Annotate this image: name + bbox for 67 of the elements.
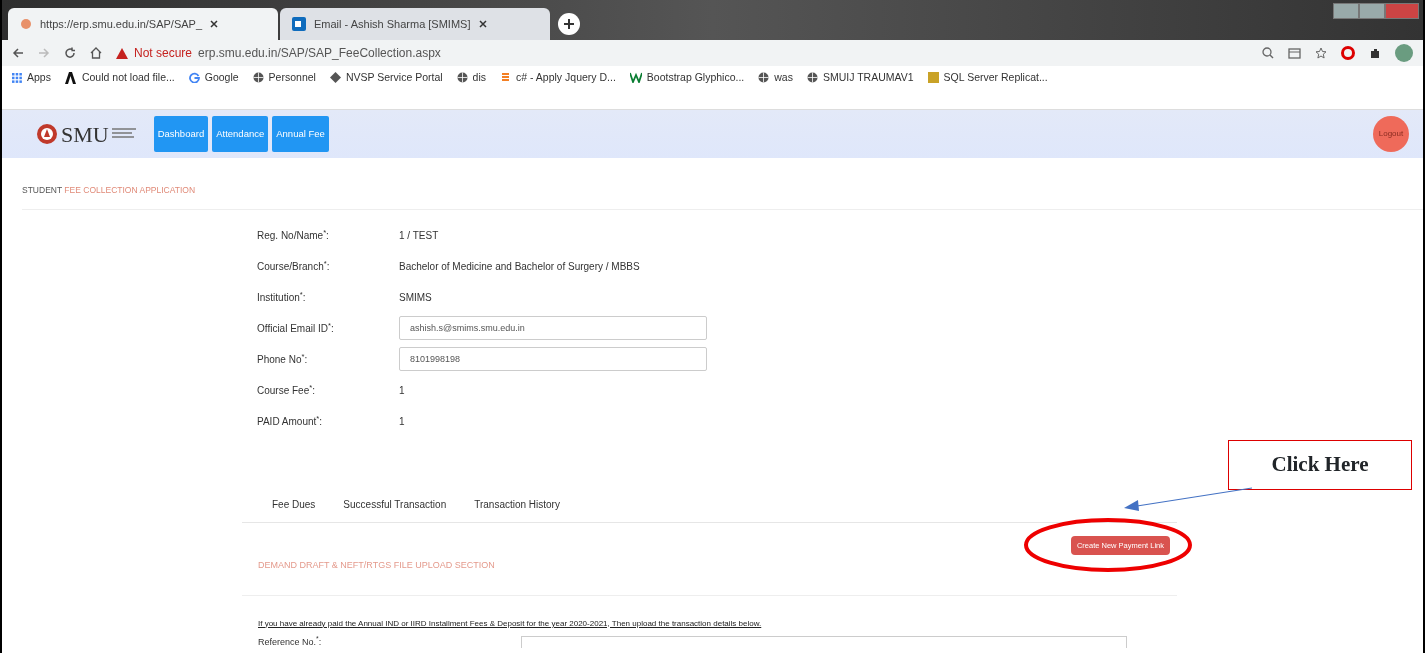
letter-icon	[188, 72, 200, 84]
url-text[interactable]: erp.smu.edu.in/SAP/SAP_FeeCollection.aspx	[198, 44, 441, 62]
emblem-icon	[36, 123, 58, 145]
globe-icon	[252, 72, 264, 84]
field-value: 1	[399, 414, 405, 429]
globe-icon	[806, 72, 818, 84]
emblem-lines-icon	[111, 127, 136, 141]
field-label: Official Email ID$^{*}$:	[257, 320, 335, 336]
tab[interactable]: Fee Dues	[272, 496, 316, 512]
bookmark-label[interactable]: SMUIJ TRAUMAV1	[822, 70, 914, 86]
stack-icon	[500, 72, 511, 84]
close-icon[interactable]	[210, 20, 219, 28]
logo-text: SMU	[61, 120, 109, 149]
new-tab-button[interactable]	[558, 13, 580, 35]
zoom-icon[interactable]	[1262, 47, 1274, 59]
security-label[interactable]: Not secure	[134, 44, 193, 62]
field-label: Reference No.$^{*}$:	[258, 635, 322, 649]
input-field[interactable]: 8101998198	[399, 347, 707, 372]
ring-icon[interactable]	[1341, 46, 1355, 60]
tab[interactable]: Transaction History	[474, 496, 560, 512]
field-label: Course Fee$^{*}$:	[257, 382, 316, 398]
field-value: SMIMS	[399, 290, 432, 305]
callout-label: Click Here	[1228, 440, 1412, 490]
close-icon[interactable]	[478, 20, 487, 28]
bookmark-label[interactable]: Bootstrap Glyphico...	[646, 70, 745, 86]
instruction-text: If you have already paid the Annual IND or IIRD Installment Fees & Deposit for the year 2020-2021, Then upload the transaction details below.	[258, 617, 763, 630]
avatar-icon[interactable]	[1395, 44, 1413, 62]
home-icon[interactable]	[90, 47, 102, 59]
bookmark-label[interactable]: NVSP Service Portal	[345, 70, 443, 86]
field-value: 1	[399, 383, 405, 398]
page-title: STUDENT FEE COLLECTION APPLICATION	[22, 184, 197, 197]
back-icon[interactable]	[12, 47, 24, 59]
field-label: Phone No$^{*}$:	[257, 351, 309, 367]
grid-icon	[12, 72, 22, 83]
input-field[interactable]	[521, 636, 1128, 649]
bookmark-label[interactable]: was	[774, 70, 793, 86]
field-value: Bachelor of Medicine and Bachelor of Surgery / MBBS	[399, 259, 640, 274]
bookmark-label[interactable]: c# - Apply Jquery D...	[516, 70, 616, 86]
field-label: Course/Branch$^{*}$:	[257, 258, 331, 274]
bookmark-label[interactable]: Personnel	[268, 70, 316, 86]
logo-icon	[64, 71, 77, 84]
plus-icon[interactable]	[564, 19, 574, 29]
database-icon	[927, 72, 939, 84]
section-heading: DEMAND DRAFT & NEFT/RTGS FILE UPLOAD SECTION	[258, 559, 496, 572]
bookmark-label[interactable]: Could not load file...	[81, 70, 175, 86]
globe-icon	[758, 72, 770, 84]
site-icon	[20, 18, 32, 30]
card-icon[interactable]	[1288, 47, 1301, 59]
letter-icon	[629, 72, 642, 84]
star-icon[interactable]	[1315, 47, 1327, 59]
globe-icon	[456, 72, 468, 84]
warning-icon	[116, 47, 128, 59]
diamond-icon	[329, 72, 341, 84]
browser-tab[interactable]: Email - Ashish Sharma [SMIMS]	[280, 8, 550, 40]
reload-icon[interactable]	[64, 47, 76, 59]
field-label: Institution$^{*}$:	[257, 289, 307, 305]
bookmark-label[interactable]: dis	[472, 70, 486, 86]
bookmark-label[interactable]: SQL Server Replicat...	[943, 70, 1048, 86]
bookmark-label[interactable]: Google	[204, 70, 239, 86]
tab[interactable]: Successful Transaction	[343, 496, 447, 512]
field-label: Reg. No/Name$^{*}$:	[257, 227, 330, 243]
field-label: PAID Amount$^{*}$:	[257, 413, 323, 429]
browser-tab[interactable]: https://erp.smu.edu.in/SAP/SAP_	[8, 8, 278, 40]
field-value: 1 / TEST	[399, 228, 439, 243]
mail-icon	[292, 17, 306, 31]
input-field[interactable]: ashish.s@smims.smu.edu.in	[399, 316, 707, 341]
bookmark-label[interactable]: Apps	[27, 70, 51, 86]
